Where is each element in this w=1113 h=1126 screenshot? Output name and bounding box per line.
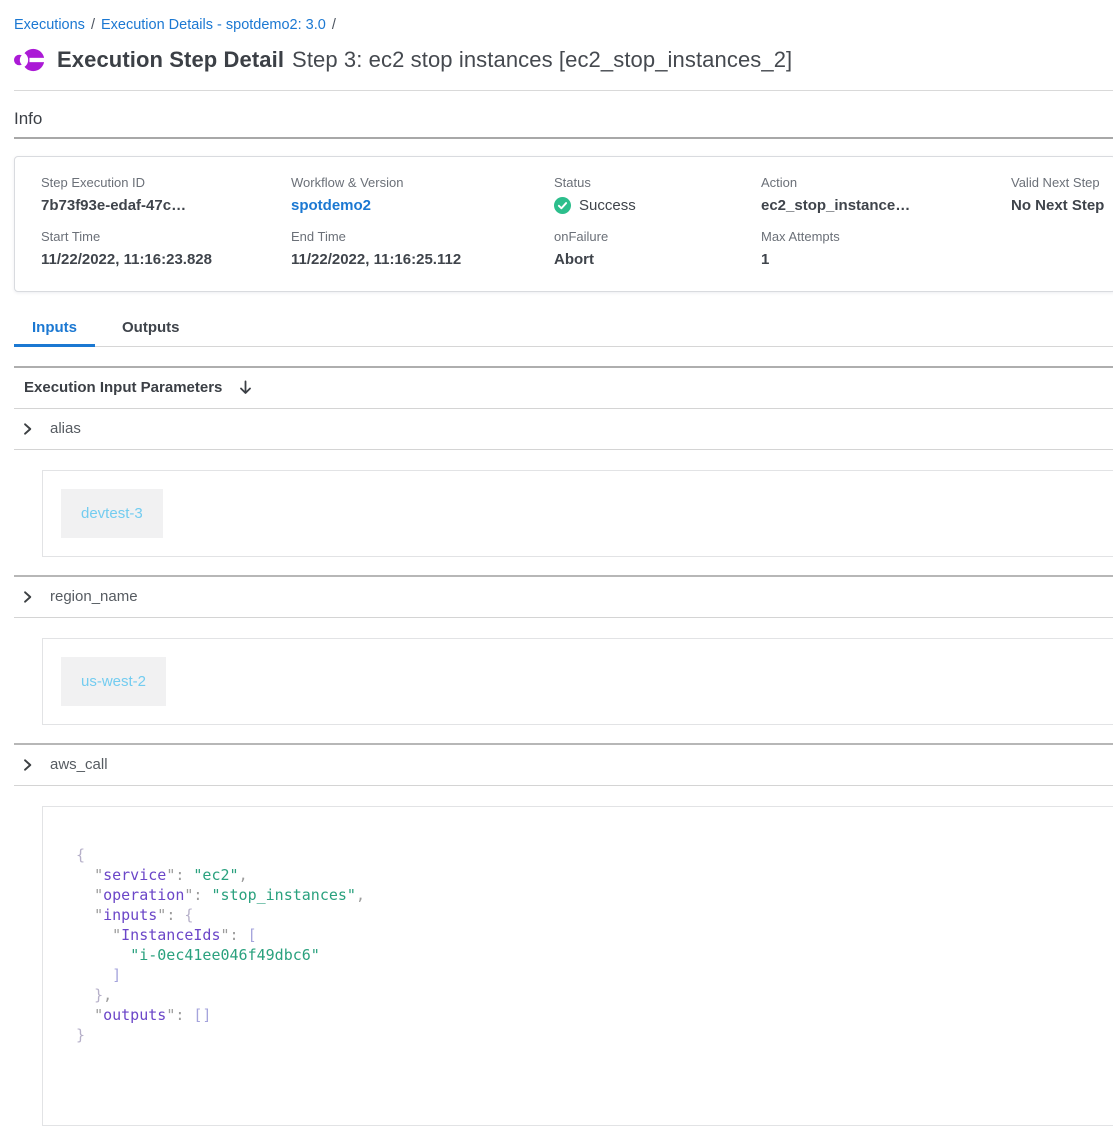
status-text: Success	[579, 197, 636, 214]
parameters-list: alias devtest-3 region_name us-west-2 aws_ca…	[14, 409, 1113, 1126]
param-body-region_name: us-west-2	[42, 638, 1113, 725]
param-value-chip: us-west-2	[61, 657, 166, 706]
app-logo-icon	[14, 45, 44, 75]
info-field-value: Abort	[554, 251, 761, 268]
info-field: Workflow & Version spotdemo2	[291, 175, 554, 214]
param-header-alias[interactable]: alias	[14, 409, 1113, 450]
title-divider	[14, 90, 1113, 91]
info-field-value: 11/22/2022, 11:16:25.112	[291, 251, 554, 268]
param-group-alias: alias devtest-3	[14, 409, 1113, 557]
info-field: Start Time 11/22/2022, 11:16:23.828	[41, 229, 291, 268]
arrow-down-icon[interactable]	[238, 380, 253, 396]
page-subtitle: Step 3: ec2 stop instances [ec2_stop_ins…	[292, 47, 792, 72]
param-header-region_name[interactable]: region_name	[14, 577, 1113, 618]
info-field: Action ec2_stop_instance…	[761, 175, 1011, 214]
info-field-value: 7b73f93e-edaf-47c…	[41, 197, 291, 214]
info-field-label: Step Execution ID	[41, 175, 291, 190]
tab-outputs[interactable]: Outputs	[104, 315, 198, 347]
execution-input-parameters-label: Execution Input Parameters	[24, 379, 222, 396]
info-section-heading: Info	[14, 109, 1113, 129]
breadcrumb: Executions/Execution Details - spotdemo2…	[14, 8, 1113, 33]
chevron-right-icon	[21, 758, 34, 772]
info-field-label: onFailure	[554, 229, 761, 244]
info-field-value: No Next Step	[1011, 197, 1113, 214]
info-field: Max Attempts 1	[761, 229, 1011, 268]
param-header-aws_call[interactable]: aws_call	[14, 745, 1113, 786]
status-badge: Success	[554, 197, 761, 214]
json-code-block: { "service": "ec2", "operation": "stop_i…	[76, 845, 1095, 1045]
info-field: onFailure Abort	[554, 229, 761, 268]
info-field: Valid Next Step No Next Step	[1011, 175, 1113, 214]
info-field-value: 1	[761, 251, 1011, 268]
info-field-label: End Time	[291, 229, 554, 244]
execution-parameters-accordion: Execution Input Parameters alias devtest-…	[14, 366, 1113, 1126]
info-field: End Time 11/22/2022, 11:16:25.112	[291, 229, 554, 268]
breadcrumb-separator: /	[326, 17, 342, 33]
breadcrumb-link[interactable]: Executions	[14, 17, 85, 33]
param-code-panel: { "service": "ec2", "operation": "stop_i…	[42, 806, 1113, 1126]
param-value-panel: us-west-2	[42, 638, 1113, 725]
param-value-chip: devtest-3	[61, 489, 163, 538]
execution-input-parameters-header[interactable]: Execution Input Parameters	[14, 368, 1113, 409]
param-name: alias	[50, 420, 81, 437]
step-info-card: Step Execution ID 7b73f93e-edaf-47c…Workf…	[14, 156, 1113, 292]
info-field-value: 11/22/2022, 11:16:23.828	[41, 251, 291, 268]
info-heading-divider	[14, 137, 1113, 139]
info-field-label: Max Attempts	[761, 229, 1011, 244]
info-field-value: spotdemo2	[291, 197, 554, 214]
success-check-icon	[554, 197, 571, 214]
page-title-row: Execution Step DetailStep 3: ec2 stop in…	[14, 45, 1113, 75]
param-body-alias: devtest-3	[42, 470, 1113, 557]
chevron-right-icon	[21, 422, 34, 436]
param-name: region_name	[50, 588, 138, 605]
info-field-label: Action	[761, 175, 1011, 190]
tab-inputs[interactable]: Inputs	[14, 315, 95, 347]
workflow-link[interactable]: spotdemo2	[291, 197, 371, 214]
info-field-label: Start Time	[41, 229, 291, 244]
param-group-aws_call: aws_call { "service": "ec2", "operation":…	[14, 743, 1113, 1126]
page-title: Execution Step DetailStep 3: ec2 stop in…	[57, 47, 792, 73]
info-field-label: Valid Next Step	[1011, 175, 1113, 190]
info-field: Step Execution ID 7b73f93e-edaf-47c…	[41, 175, 291, 214]
inputs-outputs-tabs: Inputs Outputs	[14, 315, 1113, 347]
chevron-right-icon	[21, 590, 34, 604]
info-field-label: Workflow & Version	[291, 175, 554, 190]
info-field: Status Success	[554, 175, 761, 214]
info-grid: Step Execution ID 7b73f93e-edaf-47c…Workf…	[41, 175, 1113, 283]
execution-step-detail-page: Executions/Execution Details - spotdemo2…	[0, 0, 1113, 1126]
breadcrumb-link[interactable]: Execution Details - spotdemo2: 3.0	[101, 17, 326, 33]
param-name: aws_call	[50, 756, 108, 773]
param-group-region_name: region_name us-west-2	[14, 575, 1113, 725]
param-value-panel: devtest-3	[42, 470, 1113, 557]
info-field-value: ec2_stop_instance…	[761, 197, 1011, 214]
breadcrumb-separator: /	[85, 17, 101, 33]
info-field-label: Status	[554, 175, 761, 190]
param-body-aws_call: { "service": "ec2", "operation": "stop_i…	[42, 806, 1113, 1126]
